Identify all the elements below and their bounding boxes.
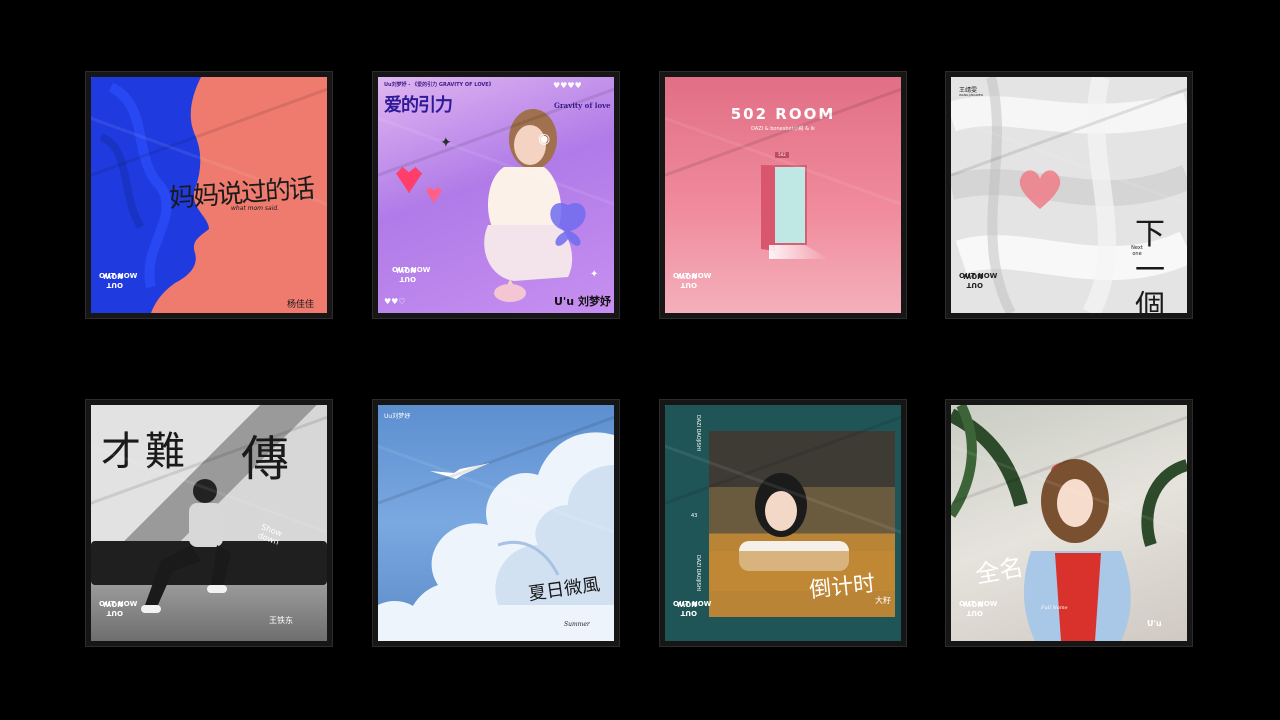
album-cover-4[interactable]: 王靖雯 WANG JINGWEN 下一個 Next one OUT NOW OU… — [945, 71, 1193, 319]
cover-art-4: 王靖雯 WANG JINGWEN 下一個 Next one OUT NOW OU… — [951, 77, 1187, 313]
cover-header: Uu刘梦妤 - 《爱的引力 GRAVITY OF LOVE》 — [384, 82, 494, 88]
cover-artist-mark: U'u 刘梦妤 — [554, 295, 611, 308]
out-now-badge: OUT NOW OUT NOW — [673, 600, 712, 617]
sparkle-icon: ✦ — [590, 269, 599, 280]
pixel-hearts-icon: ♥♥♥♥ — [553, 81, 582, 90]
album-cover-6[interactable]: Uu刘梦妤 夏日微風 Summer — [372, 399, 620, 647]
cover-credits: DAZI & bonesbet小鳄 & ik — [751, 126, 815, 132]
cover-art-5: 才難 傳 Show down 王铁东 OUT NOW OUT NOW — [91, 405, 327, 641]
cover-title: 下一個 — [1135, 217, 1165, 313]
out-now-badge: OUT NOW OUT NOW — [959, 272, 998, 289]
cover-subtitle: Full Name — [1041, 605, 1068, 611]
cover-subtitle: Summer — [564, 621, 590, 628]
out-now-badge: OUT NOW OUT NOW — [959, 600, 998, 617]
cover-art-6: Uu刘梦妤 夏日微風 Summer — [378, 405, 614, 641]
person-photo — [141, 479, 231, 613]
cover-art-2: Uu刘梦妤 - 《爱的引力 GRAVITY OF LOVE》 爱的引力 ♥♥♥♥… — [378, 77, 614, 313]
album-cover-3[interactable]: 502 ROOM DAZI & bonesbet小鳄 & ik 502 OUT … — [659, 71, 907, 319]
sparkle-icon: ✦ — [440, 135, 452, 151]
seagull-icon — [430, 463, 490, 479]
out-now-badge: OUT NOW OUT NOW — [99, 272, 138, 289]
album-cover-7[interactable]: DAZI DAOJISHI 43 DAZI DAOJISHI 倒计时 大籽 OU… — [659, 399, 907, 647]
album-cover-2[interactable]: Uu刘梦妤 - 《爱的引力 GRAVITY OF LOVE》 爱的引力 ♥♥♥♥… — [372, 71, 620, 319]
album-cover-1[interactable]: 妈妈说过的话 what mom said. 杨佳佳 OUT NOW OUT NO… — [85, 71, 333, 319]
cover-art-3: 502 ROOM DAZI & bonesbet小鳄 & ik 502 OUT … — [665, 77, 901, 313]
out-now-badge: OUT NOW OUT NOW — [392, 266, 431, 283]
cover-subtitle: what mom said. — [231, 205, 280, 212]
side-text-2: DAZI DAOJISHI — [695, 555, 701, 592]
out-now-badge: OUT NOW OUT NOW — [99, 600, 138, 617]
cover-title-part1: 才難 — [101, 429, 189, 475]
cover-artist: 杨佳佳 — [287, 300, 315, 310]
side-text: DAZI DAOJISHI — [695, 415, 701, 452]
eye-icon: ◉ — [538, 131, 551, 147]
cover-artist-mark: U'u — [1147, 619, 1162, 628]
cover-artist-en: WANG JINGWEN — [959, 93, 983, 97]
cover-header: Uu刘梦妤 — [384, 413, 411, 420]
girl-photo — [1023, 459, 1131, 641]
cover-title: 倒计时 — [808, 571, 877, 604]
pixel-hearts-icon: ♥♥♡ — [384, 297, 406, 306]
heart-icon — [1019, 170, 1061, 209]
butterfly-icon — [550, 202, 586, 246]
cloud-illustration — [378, 432, 614, 641]
room-number-plate: 502 — [775, 152, 789, 158]
out-now-badge: OUT NOW OUT NOW — [673, 272, 712, 289]
cover-art-8: 全名 Full Name U'u OUT NOW OUT NOW — [951, 405, 1187, 641]
album-cover-8[interactable]: 全名 Full Name U'u OUT NOW OUT NOW — [945, 399, 1193, 647]
cover-artist: 大籽 — [875, 596, 891, 605]
cover-title-part2: 傳 — [241, 431, 290, 487]
cover-title: 502 ROOM — [730, 105, 836, 123]
album-cover-5[interactable]: 才難 傳 Show down 王铁东 OUT NOW OUT NOW — [85, 399, 333, 647]
door-light — [769, 245, 829, 259]
cover-art-1: 妈妈说过的话 what mom said. 杨佳佳 OUT NOW OUT NO… — [91, 77, 327, 313]
cover-subtitle: Next one — [1131, 245, 1143, 257]
side-number: 43 — [691, 513, 698, 519]
cover-art-7: DAZI DAOJISHI 43 DAZI DAOJISHI 倒计时 大籽 OU… — [665, 405, 901, 641]
cover-artist: 王铁东 — [269, 616, 293, 625]
door — [761, 165, 775, 251]
